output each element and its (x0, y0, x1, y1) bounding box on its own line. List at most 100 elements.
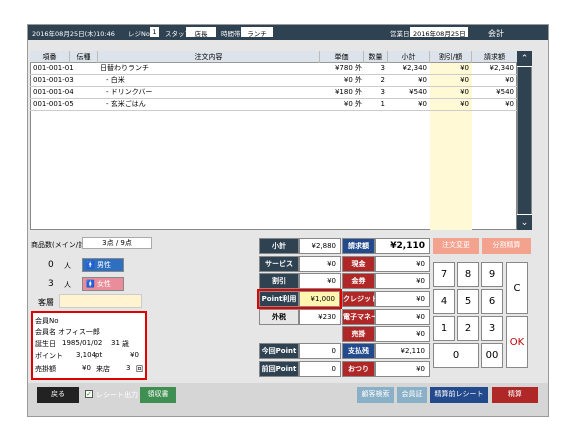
paid-label: 支払残 (342, 343, 375, 359)
prev-point-label: 前回Point (259, 361, 299, 377)
member-visits-value: 3 (126, 364, 131, 372)
key-5[interactable]: 5 (457, 289, 479, 314)
service-button[interactable]: サービス (259, 256, 299, 272)
row-item: - 玄米ごはん (106, 100, 146, 108)
receipt-check-label: レシート出力 (96, 391, 138, 399)
credit-button[interactable]: クレジット (342, 291, 378, 307)
change-label: おつり (342, 361, 375, 377)
member-card-button[interactable]: 会員証 (397, 387, 427, 403)
bizdate-value: 2016年08月25日 (410, 27, 468, 38)
key-4[interactable]: 4 (433, 289, 455, 314)
scroll-up-icon[interactable]: ⌃ (517, 51, 532, 67)
row-no: 001-001-01 (33, 64, 74, 72)
col-subtotal: 小計 (388, 51, 430, 63)
row-price: ¥180 外 (334, 88, 362, 96)
key-00[interactable]: 00 (481, 343, 503, 368)
row-discount: ¥0 (430, 75, 472, 86)
paid-value: ¥2,110 (375, 343, 430, 359)
split-payment-button[interactable]: 分割精算 (482, 238, 531, 254)
key-8[interactable]: 8 (457, 262, 479, 287)
subtotal-label: 小計 (259, 238, 299, 254)
key-9[interactable]: 9 (481, 262, 503, 287)
cash-button[interactable]: 現金 (342, 256, 375, 272)
back-button[interactable]: 戻る (37, 387, 79, 403)
member-age-unit: 歳 (122, 340, 129, 348)
male-label: 男性 (96, 261, 111, 269)
customer-type-field[interactable] (59, 294, 142, 308)
grid-header: 項番 伝種 注文内容 単価 数量 小計 割引/額 請求額 (30, 51, 517, 63)
voucher-button[interactable]: 金券 (342, 273, 375, 289)
item-count-value: 3点 / 9点 (82, 237, 152, 249)
row-subtotal: ¥0 (418, 76, 427, 84)
female-icon: 🚺 (86, 280, 95, 288)
member-visits-unit: 回 (136, 365, 143, 373)
ok-key[interactable]: OK (506, 316, 528, 368)
col-type: 伝種 (70, 51, 98, 63)
row-qty: 3 (380, 88, 385, 96)
change-value: ¥0 (375, 361, 430, 377)
discount-value: ¥0 (299, 273, 341, 289)
emoney-button[interactable]: 電子マネー (342, 309, 378, 325)
register-label: レジNo (128, 30, 150, 38)
key-6[interactable]: 6 (481, 289, 503, 314)
change-order-button[interactable]: 注文変更 (433, 238, 479, 254)
female-button[interactable]: 🚺 女性 (82, 277, 124, 291)
scroll-down-icon[interactable]: ⌄ (517, 214, 532, 230)
key-7[interactable]: 7 (433, 262, 455, 287)
discount-column-fill (430, 111, 472, 230)
male-count[interactable]: 0 (48, 260, 54, 270)
pre-receipt-button[interactable]: 精算前レシート (430, 387, 488, 403)
member-point-value: 3,104 (76, 351, 97, 359)
item-count-label: 商品数(メイン/計) (31, 241, 88, 249)
staff-value[interactable]: 店長 (186, 27, 216, 38)
table-row[interactable]: 001-001-04 - ドリンクバー ¥180 外 3 ¥540 ¥0 ¥54… (30, 87, 517, 99)
header-bar: 2016年08月25日(木)10:46 レジNo 1 スタッフ 店長 時間帯 ラ… (28, 25, 548, 40)
table-row[interactable]: 001-001-03 - 白米 ¥0 外 2 ¥0 ¥0 ¥0 (30, 75, 517, 87)
member-point-unit: pt (95, 351, 103, 359)
today-point-label: 今回Point (259, 343, 299, 359)
col-discount: 割引/額 (430, 51, 472, 63)
voucher-value: ¥0 (375, 273, 430, 289)
receivable-button[interactable]: 売掛 (342, 326, 375, 342)
male-icon: 🚹 (86, 261, 95, 269)
key-1[interactable]: 1 (433, 316, 455, 341)
col-qty: 数量 (364, 51, 388, 63)
settle-button[interactable]: 精算 (492, 387, 538, 403)
key-2[interactable]: 2 (457, 316, 479, 341)
row-price: ¥0 外 (343, 100, 362, 108)
row-no: 001-001-03 (33, 76, 74, 84)
table-row[interactable]: 001-001-05 - 玄米ごはん ¥0 外 1 ¥0 ¥0 ¥0 (30, 99, 517, 111)
table-row[interactable]: 001-001-01 日替わりランチ ¥780 外 3 ¥2,340 ¥0 ¥2… (30, 63, 517, 75)
row-qty: 3 (380, 64, 385, 72)
grid-scrollbar[interactable] (517, 51, 532, 230)
timeslot-value[interactable]: ランチ (241, 27, 273, 38)
subtotal-value: ¥2,880 (299, 238, 341, 254)
row-price: ¥0 外 (343, 76, 362, 84)
member-birth-label: 誕生日 (35, 340, 56, 348)
female-count[interactable]: 3 (48, 279, 54, 289)
row-discount: ¥0 (430, 87, 472, 98)
member-point-label: ポイント (35, 352, 63, 360)
male-unit: 人 (64, 262, 71, 270)
row-price: ¥780 外 (334, 64, 362, 72)
receipt-checkbox[interactable]: ✓ (85, 390, 93, 398)
point-use-button[interactable]: Point利用 (259, 291, 299, 307)
row-discount: ¥0 (430, 99, 472, 110)
emoney-value: ¥0 (375, 309, 430, 325)
customer-search-button[interactable]: 顧客検索 (357, 387, 394, 403)
col-price: 単価 (320, 51, 364, 63)
key-3[interactable]: 3 (481, 316, 503, 341)
clear-key[interactable]: C (506, 262, 528, 314)
row-subtotal: ¥2,340 (402, 64, 428, 72)
row-billed: ¥540 (496, 88, 514, 96)
key-0[interactable]: 0 (433, 343, 479, 368)
cash-value: ¥0 (375, 256, 430, 272)
col-item: 注文内容 (98, 51, 320, 63)
register-no: 1 (150, 27, 159, 37)
receivable-value: ¥0 (375, 326, 430, 342)
female-label: 女性 (96, 280, 111, 288)
billed-value: ¥2,110 (375, 238, 430, 254)
male-button[interactable]: 🚹 男性 (82, 258, 124, 272)
discount-button[interactable]: 割引 (259, 273, 299, 289)
receipt-button[interactable]: 領収書 (140, 387, 176, 403)
